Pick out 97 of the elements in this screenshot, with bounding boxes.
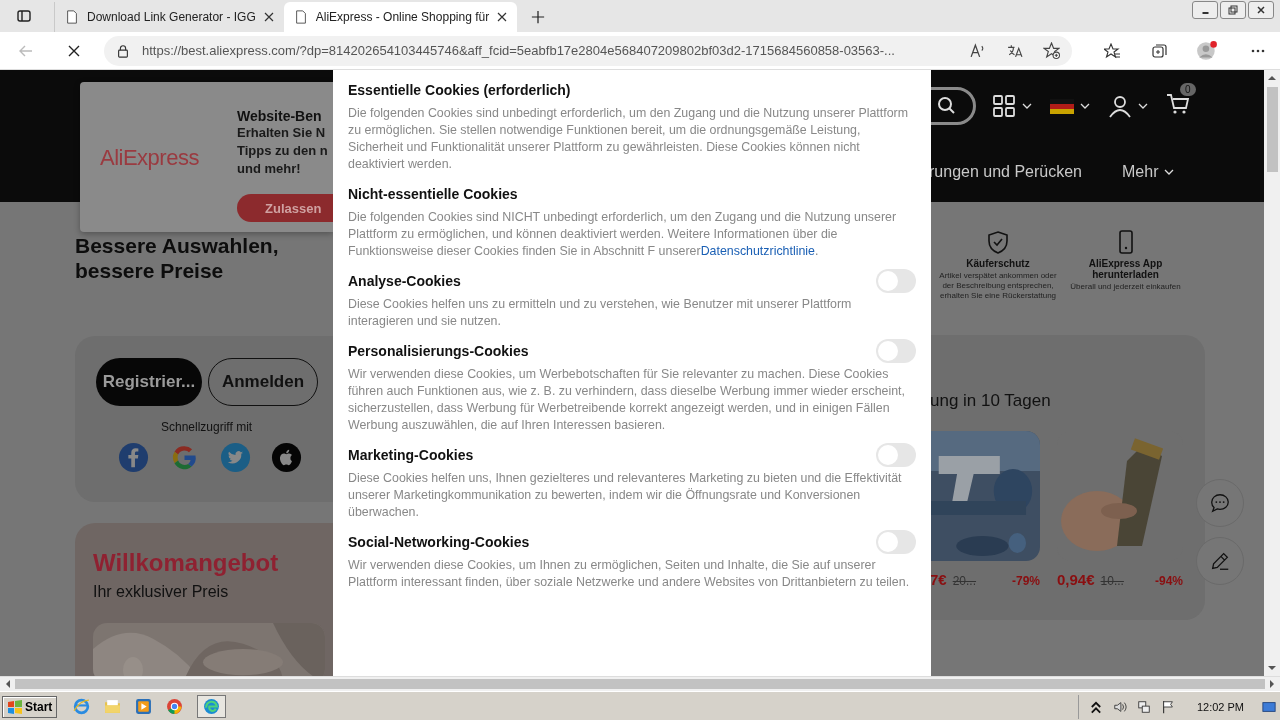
page-icon — [293, 10, 308, 24]
tab-actions-icon[interactable] — [16, 8, 32, 24]
start-button[interactable]: Start — [2, 695, 58, 718]
edit-button[interactable] — [1196, 537, 1244, 585]
tray-expand-icon[interactable] — [1088, 699, 1103, 714]
feature-title: AliExpress App herunterladen — [1087, 258, 1164, 280]
edge-taskbar-button[interactable] — [197, 695, 227, 718]
toggle-switch[interactable] — [876, 530, 916, 554]
cart-count: 0 — [1180, 83, 1196, 96]
browser-tab[interactable]: AliExpress - Online Shopping für — [283, 2, 518, 32]
chat-button[interactable] — [1196, 479, 1244, 527]
media-player-icon[interactable] — [135, 698, 153, 715]
search-icon — [937, 96, 957, 116]
user-icon[interactable] — [1108, 94, 1132, 118]
discount-label: -79% — [1012, 574, 1040, 588]
section-title: Essentielle Cookies (erforderlich) — [348, 82, 571, 98]
section-title: Social-Networking-Cookies — [348, 534, 530, 550]
section-text: Wir verwenden diese Cookies, um Werbebotschaften für Sie relevanter zu machen. Diese Cookies führen auch Funktionen aus, wie z. B. zu verhindern, dass dieselbe Werbung immer wieder erscheint, sicherzustellen, dass Werbung für Werbetreibende korrekt angezeigt werden, und in einigen Fällen Werbung auszuwählen, die auf Ihren Interessen basieren. — [348, 366, 906, 434]
minimize-button[interactable] — [1192, 1, 1218, 19]
section-text: Die folgenden Cookies sind unbedingt erforderlich, um den Zugang und die Nutzung unserer Plattform zu ermöglichen. Sie stellen notwendige Funktionen bereit, um die ordnungsgemäße Leistung, Sicherheit und Funktionalität unserer Plattform zu gewährleisten. Diese Cookies können nicht deaktiviert werden. — [348, 105, 909, 173]
chevron-icon[interactable] — [1138, 103, 1148, 109]
delivery-title: ung in 10 Tagen — [930, 391, 1052, 411]
address-bar[interactable]: https://best.aliexpress.com/?dp=814202654103445746&aff_fcid=5eabfb17e2804e568407209802bf03d2-1715684560858-03563-... — [104, 35, 1072, 66]
scroll-down-icon[interactable] — [1268, 666, 1276, 671]
chat-bubble-icon — [1209, 492, 1231, 514]
nav-link[interactable]: rungen und Perücken — [929, 163, 1082, 181]
new-tab-icon[interactable] — [531, 10, 546, 24]
clock: 12:02 PM — [1196, 700, 1244, 713]
horizontal-scrollbar[interactable] — [0, 676, 1280, 691]
feature-title: Käuferschutz — [965, 258, 1031, 269]
privacy-link[interactable]: Datenschutzrichtlinie — [700, 244, 815, 258]
add-favorite-icon[interactable] — [1043, 42, 1060, 59]
chevron-icon[interactable] — [1022, 103, 1032, 109]
old-price: 20... — [952, 574, 977, 588]
page-icon — [65, 10, 79, 24]
section-title: Marketing-Cookies — [348, 447, 474, 463]
qr-code-icon[interactable] — [992, 94, 1016, 118]
flag-icon[interactable] — [1160, 699, 1175, 714]
nav-link[interactable]: Mehr — [1122, 163, 1175, 181]
pencil-icon — [1209, 550, 1231, 572]
welcome-title: Willkomangebot — [93, 549, 280, 577]
section-title: Personalisierungs-Cookies — [348, 343, 529, 359]
chevron-icon — [1164, 169, 1175, 175]
facebook-icon[interactable] — [118, 442, 149, 473]
feature-description: Überall und jederzeit einkaufen — [1070, 282, 1181, 292]
toggle-switch[interactable] — [876, 443, 916, 467]
minimize-icon — [1201, 12, 1209, 14]
product-price: 7€ — [930, 571, 947, 588]
collections-icon[interactable] — [1152, 42, 1168, 59]
speaker-icon[interactable] — [1112, 699, 1127, 714]
scrollbar-thumb[interactable] — [15, 679, 1265, 689]
section-text: Diese Cookies helfen uns zu ermitteln und zu verstehen, wie Benutzer mit unserer Plattform interagieren und sie nutzen. — [348, 296, 853, 330]
cart-icon[interactable] — [1166, 92, 1190, 116]
windows-logo-icon — [7, 698, 23, 715]
chevron-icon[interactable] — [1080, 103, 1090, 109]
product-price: 0,94€ — [1057, 571, 1095, 588]
read-aloud-icon[interactable] — [969, 42, 986, 59]
toggle-switch[interactable] — [876, 339, 916, 363]
close-icon[interactable] — [263, 12, 274, 22]
translate-icon[interactable] — [1006, 42, 1023, 59]
flag-icon[interactable] — [1050, 98, 1074, 114]
register-button[interactable]: Registrier... — [96, 358, 202, 406]
shield-check-icon — [986, 230, 1010, 254]
restore-button[interactable] — [1220, 1, 1246, 19]
close-icon — [1256, 5, 1266, 15]
close-button[interactable] — [1248, 1, 1274, 19]
lock-icon[interactable] — [116, 43, 130, 58]
section-text: Wir verwenden diese Cookies, um Ihnen zu ermöglichen, Seiten und Inhalte, die Sie auf unserer Plattform interessant finden, über soziale Netzwerke und andere Websites von Drittanbietern zu teilen. — [348, 557, 911, 591]
apple-icon[interactable] — [271, 442, 302, 473]
headline: Bessere Auswahlen, bessere Preise — [75, 233, 280, 283]
show-desktop-icon[interactable] — [1262, 699, 1276, 714]
close-icon[interactable] — [497, 12, 508, 22]
notification-title: Website-Ben — [237, 108, 323, 124]
profile-avatar-icon[interactable] — [1196, 39, 1218, 62]
favorites-icon[interactable] — [1104, 42, 1120, 59]
toggle-switch[interactable] — [876, 269, 916, 293]
welcome-subtitle: Ihr exklusiver Preis — [93, 583, 230, 601]
scroll-left-icon[interactable] — [5, 680, 10, 688]
scrollbar-thumb[interactable] — [1266, 87, 1278, 172]
chrome-icon[interactable] — [166, 698, 184, 715]
section-text: Die folgenden Cookies sind NICHT unbedingt erforderlich, um den Zugang und die Nutzung unserer Plattform zu ermöglichen, und können deaktiviert werden. Weitere Informationen über die Funktionsweise dieser Cookies finden Sie in Abschnitt F unsererDatenschutzrichtlinie. — [348, 209, 898, 260]
quick-access-label: Schnellzugriff mit — [161, 420, 253, 434]
section-title: Nicht-essentielle Cookies — [348, 186, 518, 202]
vertical-scrollbar[interactable] — [1264, 70, 1280, 676]
scroll-right-icon[interactable] — [1270, 680, 1275, 688]
edge-icon — [203, 698, 221, 715]
discount-label: -94% — [1155, 574, 1183, 588]
allow-button[interactable]: Zulassen — [237, 194, 333, 222]
feature-description: Artikel verspätet ankommen oder der Beschreibung entsprechen, erhalten Sie eine Rückerstattung — [939, 271, 1057, 301]
section-title: Analyse-Cookies — [348, 273, 461, 289]
section-text: Diese Cookies helfen uns, Ihnen gezielteres und relevanteres Marketing zu bieten und die Effektivität unserer Marketingkommunikation zu bewerten, indem wir die Öffnungsrate und Konversionen überwachen. — [348, 470, 903, 521]
restore-icon — [1228, 5, 1238, 15]
notification-text: Erhalten Sie N Tipps zu den n und mehr! — [237, 124, 329, 178]
network-icon[interactable] — [1136, 699, 1151, 714]
logo: AliExpress — [100, 145, 200, 172]
old-price: 10... — [1100, 574, 1124, 588]
scroll-up-icon[interactable] — [1268, 75, 1276, 80]
